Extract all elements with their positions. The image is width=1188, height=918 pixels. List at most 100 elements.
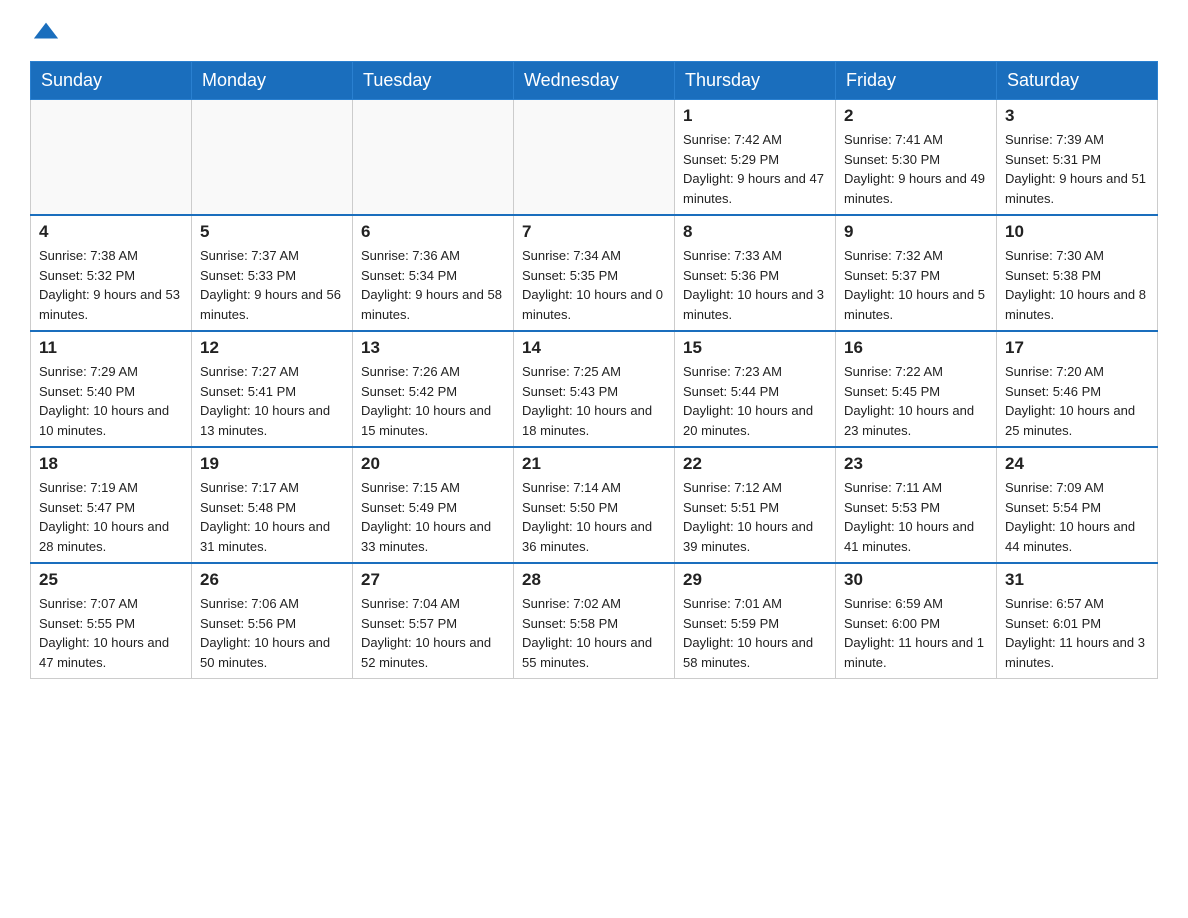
day-number: 7 xyxy=(522,222,666,242)
calendar-cell: 6 Sunrise: 7:36 AMSunset: 5:34 PMDaylight… xyxy=(353,215,514,331)
calendar-cell: 14Sunrise: 7:25 AMSunset: 5:43 PMDayligh… xyxy=(514,331,675,447)
day-number: 25 xyxy=(39,570,183,590)
calendar-cell xyxy=(353,100,514,216)
day-number: 28 xyxy=(522,570,666,590)
day-info: Sunrise: 7:26 AMSunset: 5:42 PMDaylight:… xyxy=(361,362,505,440)
calendar-cell: 28 Sunrise: 7:02 AMSunset: 5:58 PMDayligh… xyxy=(514,563,675,679)
day-info: Sunrise: 7:04 AMSunset: 5:57 PMDaylight:… xyxy=(361,594,505,672)
calendar-cell: 30 Sunrise: 6:59 AMSunset: 6:00 PMDayligh… xyxy=(836,563,997,679)
calendar-cell: 9Sunrise: 7:32 AMSunset: 5:37 PMDaylight… xyxy=(836,215,997,331)
day-info: Sunrise: 7:30 AMSunset: 5:38 PMDaylight:… xyxy=(1005,246,1149,324)
day-info: Sunrise: 7:38 AMSunset: 5:32 PMDaylight:… xyxy=(39,246,183,324)
calendar-cell: 27 Sunrise: 7:04 AMSunset: 5:57 PMDayligh… xyxy=(353,563,514,679)
calendar-cell: 15Sunrise: 7:23 AMSunset: 5:44 PMDayligh… xyxy=(675,331,836,447)
day-info: Sunrise: 6:59 AMSunset: 6:00 PMDaylight:… xyxy=(844,594,988,672)
day-number: 31 xyxy=(1005,570,1149,590)
day-info: Sunrise: 7:29 AMSunset: 5:40 PMDaylight:… xyxy=(39,362,183,440)
calendar-cell: 4 Sunrise: 7:38 AMSunset: 5:32 PMDaylight… xyxy=(31,215,192,331)
calendar-week-3: 11 Sunrise: 7:29 AMSunset: 5:40 PMDayligh… xyxy=(31,331,1158,447)
day-info: Sunrise: 7:20 AMSunset: 5:46 PMDaylight:… xyxy=(1005,362,1149,440)
calendar-cell: 12 Sunrise: 7:27 AMSunset: 5:41 PMDayligh… xyxy=(192,331,353,447)
logo-text xyxy=(30,20,60,51)
day-info: Sunrise: 7:41 AMSunset: 5:30 PMDaylight:… xyxy=(844,130,988,208)
day-number: 1 xyxy=(683,106,827,126)
logo xyxy=(30,20,60,51)
day-number: 29 xyxy=(683,570,827,590)
day-info: Sunrise: 7:01 AMSunset: 5:59 PMDaylight:… xyxy=(683,594,827,672)
day-number: 18 xyxy=(39,454,183,474)
calendar-cell: 21Sunrise: 7:14 AMSunset: 5:50 PMDayligh… xyxy=(514,447,675,563)
day-number: 12 xyxy=(200,338,344,358)
day-info: Sunrise: 7:42 AMSunset: 5:29 PMDaylight:… xyxy=(683,130,827,208)
day-info: Sunrise: 7:25 AMSunset: 5:43 PMDaylight:… xyxy=(522,362,666,440)
day-info: Sunrise: 7:27 AMSunset: 5:41 PMDaylight:… xyxy=(200,362,344,440)
calendar-cell: 1 Sunrise: 7:42 AMSunset: 5:29 PMDaylight… xyxy=(675,100,836,216)
calendar-cell: 22 Sunrise: 7:12 AMSunset: 5:51 PMDayligh… xyxy=(675,447,836,563)
day-number: 19 xyxy=(200,454,344,474)
weekday-header-row: SundayMondayTuesdayWednesdayThursdayFrid… xyxy=(31,62,1158,100)
day-info: Sunrise: 7:19 AMSunset: 5:47 PMDaylight:… xyxy=(39,478,183,556)
day-info: Sunrise: 7:34 AMSunset: 5:35 PMDaylight:… xyxy=(522,246,666,324)
calendar-week-5: 25 Sunrise: 7:07 AMSunset: 5:55 PMDayligh… xyxy=(31,563,1158,679)
day-number: 10 xyxy=(1005,222,1149,242)
day-info: Sunrise: 7:15 AMSunset: 5:49 PMDaylight:… xyxy=(361,478,505,556)
calendar-cell: 31 Sunrise: 6:57 AMSunset: 6:01 PMDayligh… xyxy=(997,563,1158,679)
calendar-week-2: 4 Sunrise: 7:38 AMSunset: 5:32 PMDaylight… xyxy=(31,215,1158,331)
calendar-cell: 11 Sunrise: 7:29 AMSunset: 5:40 PMDayligh… xyxy=(31,331,192,447)
day-info: Sunrise: 7:07 AMSunset: 5:55 PMDaylight:… xyxy=(39,594,183,672)
calendar-cell: 8Sunrise: 7:33 AMSunset: 5:36 PMDaylight… xyxy=(675,215,836,331)
day-number: 30 xyxy=(844,570,988,590)
weekday-header-sunday: Sunday xyxy=(31,62,192,100)
calendar-cell: 2Sunrise: 7:41 AMSunset: 5:30 PMDaylight… xyxy=(836,100,997,216)
day-number: 27 xyxy=(361,570,505,590)
calendar-cell: 19 Sunrise: 7:17 AMSunset: 5:48 PMDayligh… xyxy=(192,447,353,563)
day-number: 11 xyxy=(39,338,183,358)
calendar-cell: 18 Sunrise: 7:19 AMSunset: 5:47 PMDayligh… xyxy=(31,447,192,563)
calendar-cell: 13 Sunrise: 7:26 AMSunset: 5:42 PMDayligh… xyxy=(353,331,514,447)
day-info: Sunrise: 7:09 AMSunset: 5:54 PMDaylight:… xyxy=(1005,478,1149,556)
day-number: 3 xyxy=(1005,106,1149,126)
day-info: Sunrise: 7:37 AMSunset: 5:33 PMDaylight:… xyxy=(200,246,344,324)
day-info: Sunrise: 7:36 AMSunset: 5:34 PMDaylight:… xyxy=(361,246,505,324)
calendar-cell: 24 Sunrise: 7:09 AMSunset: 5:54 PMDayligh… xyxy=(997,447,1158,563)
day-info: Sunrise: 6:57 AMSunset: 6:01 PMDaylight:… xyxy=(1005,594,1149,672)
weekday-header-saturday: Saturday xyxy=(997,62,1158,100)
calendar-cell xyxy=(514,100,675,216)
day-number: 4 xyxy=(39,222,183,242)
weekday-header-tuesday: Tuesday xyxy=(353,62,514,100)
weekday-header-monday: Monday xyxy=(192,62,353,100)
day-number: 16 xyxy=(844,338,988,358)
logo-icon xyxy=(32,18,60,46)
day-number: 13 xyxy=(361,338,505,358)
calendar-cell xyxy=(31,100,192,216)
day-number: 17 xyxy=(1005,338,1149,358)
calendar-cell: 20 Sunrise: 7:15 AMSunset: 5:49 PMDayligh… xyxy=(353,447,514,563)
day-info: Sunrise: 7:12 AMSunset: 5:51 PMDaylight:… xyxy=(683,478,827,556)
day-number: 23 xyxy=(844,454,988,474)
calendar-cell xyxy=(192,100,353,216)
page-header xyxy=(30,20,1158,51)
day-number: 6 xyxy=(361,222,505,242)
day-info: Sunrise: 7:02 AMSunset: 5:58 PMDaylight:… xyxy=(522,594,666,672)
calendar-cell: 16Sunrise: 7:22 AMSunset: 5:45 PMDayligh… xyxy=(836,331,997,447)
calendar-cell: 17 Sunrise: 7:20 AMSunset: 5:46 PMDayligh… xyxy=(997,331,1158,447)
day-info: Sunrise: 7:17 AMSunset: 5:48 PMDaylight:… xyxy=(200,478,344,556)
day-number: 26 xyxy=(200,570,344,590)
day-info: Sunrise: 7:39 AMSunset: 5:31 PMDaylight:… xyxy=(1005,130,1149,208)
calendar-cell: 10 Sunrise: 7:30 AMSunset: 5:38 PMDayligh… xyxy=(997,215,1158,331)
day-number: 15 xyxy=(683,338,827,358)
calendar-cell: 25 Sunrise: 7:07 AMSunset: 5:55 PMDayligh… xyxy=(31,563,192,679)
day-number: 24 xyxy=(1005,454,1149,474)
calendar-cell: 5 Sunrise: 7:37 AMSunset: 5:33 PMDaylight… xyxy=(192,215,353,331)
calendar-table: SundayMondayTuesdayWednesdayThursdayFrid… xyxy=(30,61,1158,679)
day-number: 20 xyxy=(361,454,505,474)
day-number: 8 xyxy=(683,222,827,242)
day-info: Sunrise: 7:06 AMSunset: 5:56 PMDaylight:… xyxy=(200,594,344,672)
day-number: 5 xyxy=(200,222,344,242)
day-info: Sunrise: 7:14 AMSunset: 5:50 PMDaylight:… xyxy=(522,478,666,556)
weekday-header-thursday: Thursday xyxy=(675,62,836,100)
day-number: 9 xyxy=(844,222,988,242)
day-number: 22 xyxy=(683,454,827,474)
calendar-cell: 26 Sunrise: 7:06 AMSunset: 5:56 PMDayligh… xyxy=(192,563,353,679)
weekday-header-friday: Friday xyxy=(836,62,997,100)
